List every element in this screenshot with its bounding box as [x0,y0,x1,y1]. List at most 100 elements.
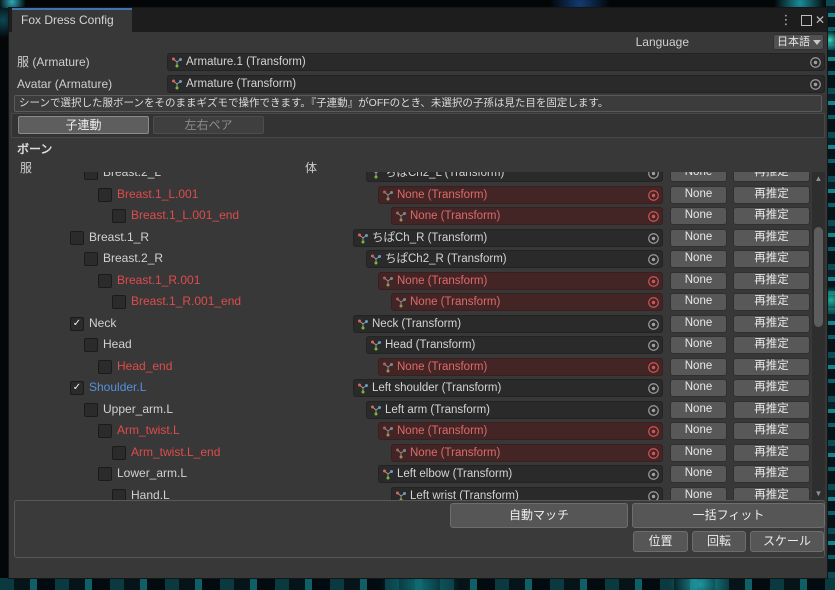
none-button[interactable]: None [670,379,727,397]
none-button[interactable]: None [670,250,727,268]
none-button[interactable]: None [670,336,727,354]
clothes-bone-label[interactable]: Breast.2_R [103,251,163,266]
bone-checkbox[interactable] [112,488,126,500]
none-button[interactable]: None [670,293,727,311]
none-button[interactable]: None [670,486,727,500]
auto-match-button[interactable]: 自動マッチ [450,503,628,528]
object-picker-icon[interactable] [647,232,660,245]
reestimate-button[interactable]: 再推定 [733,293,810,311]
reestimate-button[interactable]: 再推定 [733,185,810,204]
none-button[interactable]: None [670,185,727,204]
body-bone-field[interactable]: None (Transform) [378,422,663,440]
body-bone-field[interactable]: Neck (Transform) [353,314,663,333]
object-picker-icon[interactable] [647,318,660,331]
body-bone-field[interactable]: Left shoulder (Transform) [353,379,663,397]
none-button[interactable]: None [670,271,727,290]
kebab-menu-icon[interactable]: ⋮ [777,8,795,32]
bone-checkbox[interactable] [98,273,112,288]
clothes-bone-label[interactable]: Shoulder.L [89,380,146,395]
body-bone-field[interactable]: Left arm (Transform) [366,400,663,419]
clothes-bone-label[interactable]: Neck [89,316,116,331]
language-dropdown[interactable]: 日本語 [773,34,824,50]
rotation-button[interactable]: 回転 [692,531,746,552]
reestimate-button[interactable]: 再推定 [733,486,810,500]
none-button[interactable]: None [670,207,727,225]
bone-checkbox[interactable]: ✓ [70,381,84,395]
bone-checkbox[interactable]: ✓ [70,316,84,331]
bone-checkbox[interactable] [84,402,98,417]
object-picker-icon[interactable] [647,210,660,223]
reestimate-button[interactable]: 再推定 [733,172,810,182]
scrollbar-thumb[interactable] [814,227,823,327]
body-bone-field[interactable]: None (Transform) [391,207,663,225]
object-picker-icon[interactable] [647,425,660,438]
avatar-armature-field[interactable]: Armature (Transform) [167,75,825,93]
window-tab[interactable]: Fox Dress Config [12,8,132,32]
body-bone-field[interactable]: None (Transform) [391,443,663,462]
bone-checkbox[interactable] [98,467,112,481]
body-bone-field[interactable]: Head (Transform) [366,336,663,354]
body-bone-field[interactable]: ちぱCh2_L (Transform) [366,172,663,182]
clothes-bone-label[interactable]: Breast.1_R [89,230,149,245]
clothes-bone-label[interactable]: Arm_twist.L_end [131,445,220,460]
scroll-down-icon[interactable]: ▼ [812,487,825,500]
none-button[interactable]: None [670,357,727,376]
clothes-bone-label[interactable]: Breast.1_L.001 [117,187,198,202]
bone-checkbox[interactable] [112,209,126,223]
clothes-bone-label[interactable]: Breast.1_R.001_end [131,294,241,309]
clothes-bone-label[interactable]: Breast.1_R.001 [117,273,200,288]
clothes-bone-label[interactable]: Breast.2_L [103,172,161,180]
scale-button[interactable]: スケール [750,531,824,552]
body-bone-field[interactable]: Left elbow (Transform) [378,465,663,483]
body-bone-field[interactable]: None (Transform) [391,293,663,311]
object-picker-icon[interactable] [647,447,660,460]
object-picker-icon[interactable] [647,490,660,500]
bone-checkbox[interactable] [98,424,112,438]
clothes-bone-label[interactable]: Upper_arm.L [103,402,173,417]
child-link-toggle[interactable]: 子連動 [18,116,149,134]
reestimate-button[interactable]: 再推定 [733,250,810,268]
object-picker-icon[interactable] [809,56,822,69]
bone-checkbox[interactable] [84,252,98,266]
bone-checkbox[interactable] [98,187,112,202]
bone-checkbox[interactable] [98,359,112,374]
reestimate-button[interactable]: 再推定 [733,465,810,483]
mirror-pair-toggle[interactable]: 左右ペア [153,116,264,134]
clothes-bone-label[interactable]: Breast.1_L.001_end [131,208,239,223]
reestimate-button[interactable]: 再推定 [733,336,810,354]
object-picker-icon[interactable] [647,468,660,481]
object-picker-icon[interactable] [647,404,660,417]
none-button[interactable]: None [670,228,727,247]
none-button[interactable]: None [670,172,727,182]
reestimate-button[interactable]: 再推定 [733,400,810,419]
object-picker-icon[interactable] [647,382,660,395]
clothes-bone-label[interactable]: Arm_twist.L [117,423,180,438]
close-icon[interactable]: ✕ [811,8,829,32]
body-bone-field[interactable]: None (Transform) [378,357,663,376]
scroll-up-icon[interactable]: ▲ [812,172,825,185]
clothes-bone-label[interactable]: Hand.L [131,488,170,501]
body-bone-field[interactable]: Left wrist (Transform) [391,486,663,500]
bone-checkbox[interactable] [84,338,98,352]
object-picker-icon[interactable] [647,339,660,352]
clothes-bone-label[interactable]: Lower_arm.L [117,466,187,481]
none-button[interactable]: None [670,400,727,419]
bone-checkbox[interactable] [84,172,98,180]
none-button[interactable]: None [670,314,727,333]
reestimate-button[interactable]: 再推定 [733,314,810,333]
object-picker-icon[interactable] [647,172,660,180]
reestimate-button[interactable]: 再推定 [733,443,810,462]
object-picker-icon[interactable] [647,361,660,374]
vertical-scrollbar[interactable]: ▲ ▼ [812,172,825,500]
dress-armature-field[interactable]: Armature.1 (Transform) [167,53,825,71]
clothes-bone-label[interactable]: Head_end [117,359,172,374]
body-bone-field[interactable]: ちぱCh_R (Transform) [353,228,663,247]
reestimate-button[interactable]: 再推定 [733,422,810,440]
object-picker-icon[interactable] [809,78,822,91]
position-button[interactable]: 位置 [633,531,688,552]
none-button[interactable]: None [670,465,727,483]
clothes-bone-label[interactable]: Head [103,337,132,352]
none-button[interactable]: None [670,443,727,462]
bone-checkbox[interactable] [70,230,84,245]
reestimate-button[interactable]: 再推定 [733,357,810,376]
